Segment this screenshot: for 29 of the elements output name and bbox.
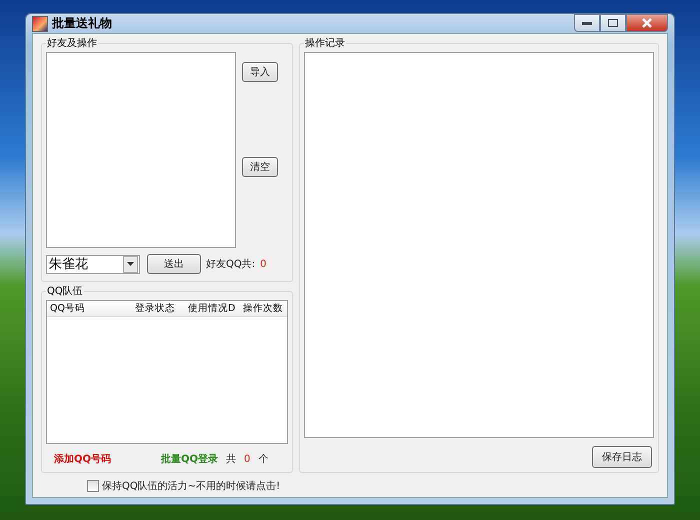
friend-count: 0 xyxy=(260,258,266,270)
window-title: 批量送礼物 xyxy=(52,15,112,32)
friend-count-label: 好友QQ共: xyxy=(206,258,256,271)
maximize-button[interactable] xyxy=(600,14,626,32)
column-header[interactable]: 操作次数 xyxy=(240,302,287,315)
close-button[interactable] xyxy=(626,14,668,32)
column-header[interactable]: 登录状态 xyxy=(132,302,185,315)
group-title: 好友及操作 xyxy=(46,37,98,50)
import-button[interactable]: 导入 xyxy=(242,62,278,82)
friend-list[interactable] xyxy=(46,52,236,248)
close-icon xyxy=(641,18,653,28)
total-prefix: 共 xyxy=(226,452,236,466)
column-header[interactable]: QQ号码 xyxy=(47,302,132,315)
group-title: 操作记录 xyxy=(304,37,346,50)
total-count: 0 xyxy=(244,454,250,464)
app-icon xyxy=(32,16,48,32)
total-suffix: 个 xyxy=(258,453,268,466)
send-button[interactable]: 送出 xyxy=(147,254,201,274)
friend-dropdown[interactable]: 朱雀花 xyxy=(46,254,140,274)
clear-button[interactable]: 清空 xyxy=(242,157,278,177)
minimize-button[interactable] xyxy=(574,14,600,32)
column-header[interactable]: 使用情况D xyxy=(185,302,240,315)
group-title: QQ队伍 xyxy=(46,285,84,298)
batch-login-link[interactable]: 批量QQ登录 xyxy=(161,452,218,466)
caret-icon xyxy=(127,262,134,266)
save-log-button[interactable]: 保存日志 xyxy=(592,446,652,468)
add-qq-link[interactable]: 添加QQ号码 xyxy=(54,452,112,466)
checkbox[interactable] xyxy=(87,480,99,492)
checkbox-label: 保持QQ队伍的活力~不用的时候请点击! xyxy=(102,480,280,493)
